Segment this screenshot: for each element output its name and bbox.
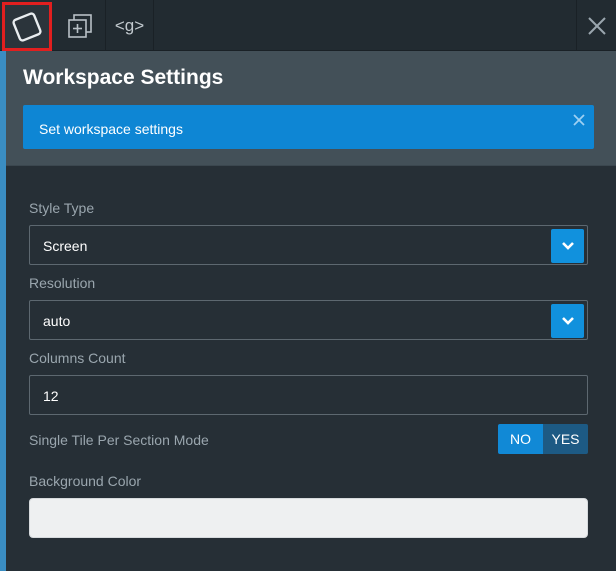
single-tile-toggle[interactable]: NO YES xyxy=(498,424,588,454)
alert-text: Set workspace settings xyxy=(39,121,183,137)
columns-count-input[interactable]: 12 xyxy=(29,375,588,415)
style-type-value: Screen xyxy=(43,238,88,254)
toolbar: <g> xyxy=(0,0,616,51)
workspace-square-icon xyxy=(12,11,42,42)
toolbar-close-button[interactable] xyxy=(576,0,616,51)
background-color-label: Background Color xyxy=(29,473,142,489)
info-alert: Set workspace settings xyxy=(23,105,594,149)
workspace-settings-button[interactable] xyxy=(2,2,52,51)
resolution-value: auto xyxy=(43,313,71,329)
toggle-no-option[interactable]: NO xyxy=(498,424,543,454)
group-tag-button[interactable]: <g> xyxy=(106,0,154,51)
columns-count-label: Columns Count xyxy=(29,350,126,366)
close-icon xyxy=(587,16,606,35)
resolution-dropdown-button[interactable] xyxy=(551,304,584,338)
style-type-dropdown-button[interactable] xyxy=(551,229,584,263)
style-type-select[interactable]: Screen xyxy=(29,225,588,265)
background-color-input[interactable] xyxy=(29,498,588,538)
single-tile-label: Single Tile Per Section Mode xyxy=(29,432,209,448)
toggle-yes-option[interactable]: YES xyxy=(543,424,588,454)
style-type-label: Style Type xyxy=(29,200,95,216)
columns-count-value: 12 xyxy=(43,388,59,404)
close-icon[interactable] xyxy=(572,113,586,127)
add-layer-icon xyxy=(67,13,92,38)
add-layer-button[interactable] xyxy=(54,0,106,51)
resolution-label: Resolution xyxy=(29,275,96,291)
page-title: Workspace Settings xyxy=(23,66,224,89)
resolution-select[interactable]: auto xyxy=(29,300,588,340)
chevron-down-icon xyxy=(561,317,574,325)
chevron-down-icon xyxy=(561,242,574,250)
